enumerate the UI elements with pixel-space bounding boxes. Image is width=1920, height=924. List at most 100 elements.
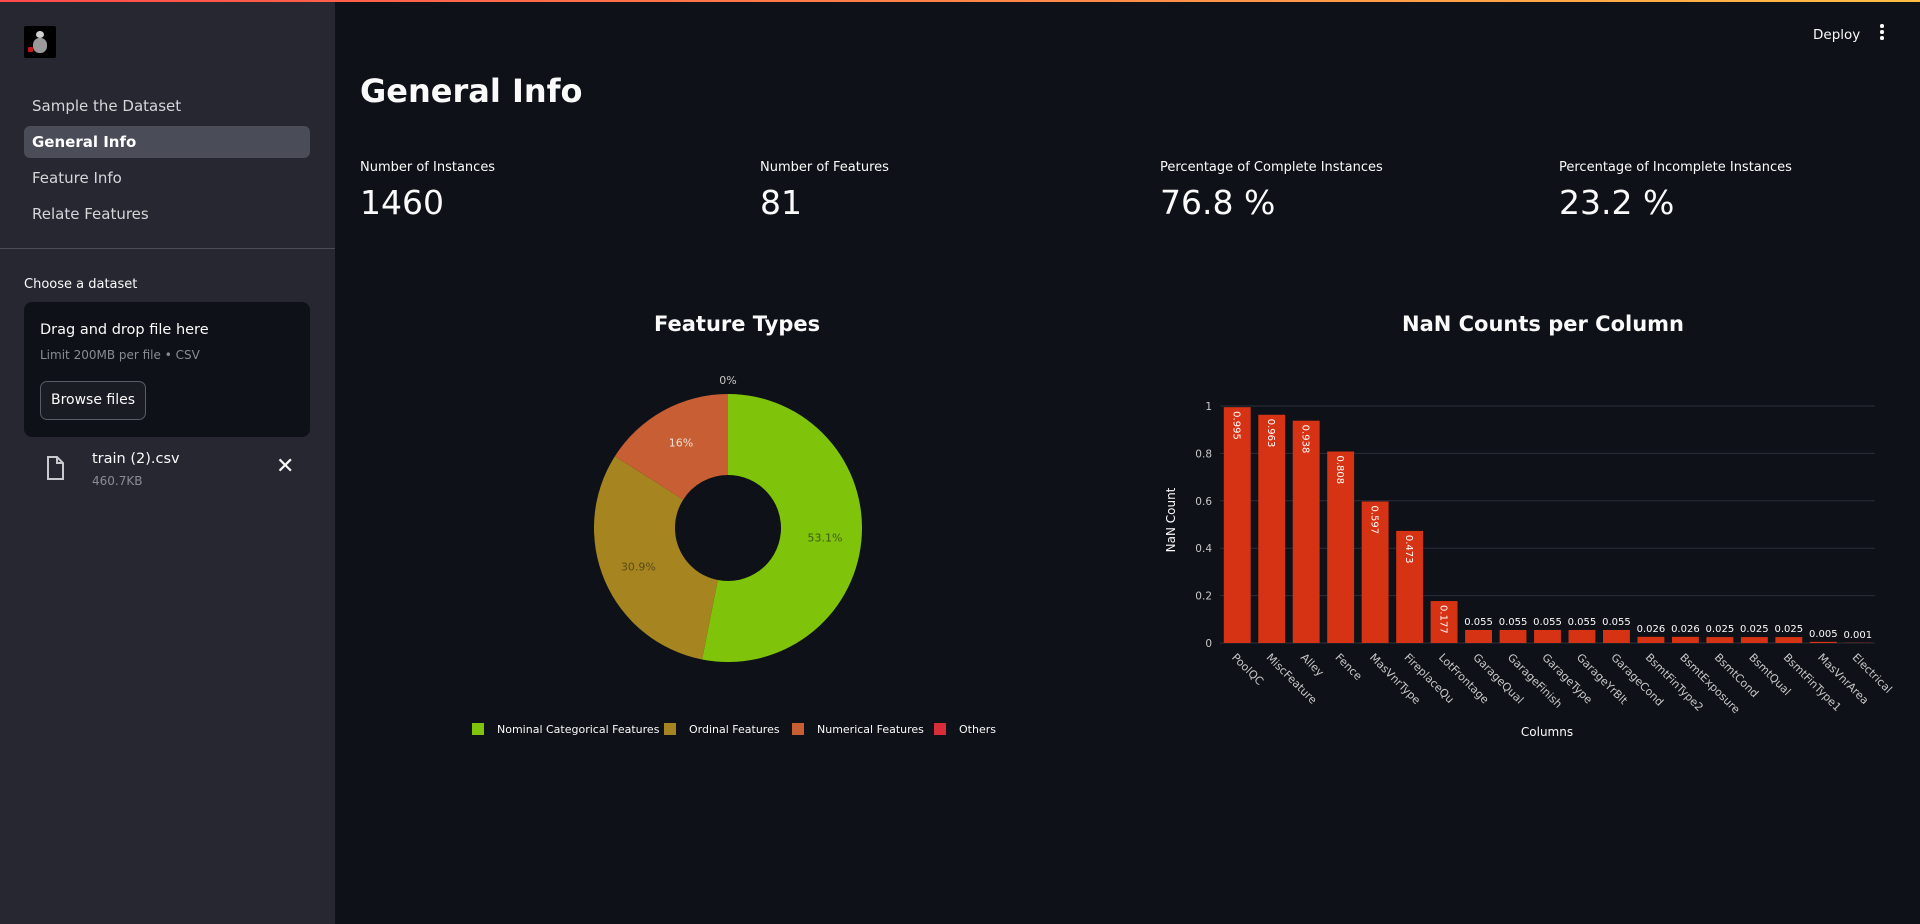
bar-value-label: 0.055 (1568, 617, 1597, 628)
metric-incomplete-instances: Percentage of Incomplete Instances 23.2 … (1559, 160, 1920, 222)
bar-value-label: 0.808 (1334, 456, 1345, 485)
bar-value-label: 0.055 (1533, 617, 1562, 628)
file-icon (47, 456, 64, 480)
bar-value-label: 0.995 (1231, 411, 1242, 440)
main-menu-icon[interactable] (1878, 24, 1886, 44)
bar (1534, 629, 1561, 643)
bar-value-label: 0.026 (1637, 624, 1666, 635)
uploaded-file-size: 460.7KB (92, 474, 143, 488)
uploader-label: Choose a dataset (24, 277, 138, 292)
metric-value: 81 (760, 183, 802, 222)
metric-label: Number of Instances (360, 160, 496, 175)
y-tick-label: 0.4 (1195, 543, 1212, 555)
sidebar-item-relate-features[interactable]: Relate Features (24, 198, 310, 230)
bar (1603, 629, 1630, 643)
bar-value-label: 0.055 (1499, 617, 1528, 628)
bar (1809, 641, 1837, 643)
bar-value-label: 0.597 (1369, 506, 1380, 535)
legend-label: Ordinal Features (689, 723, 780, 736)
metric-number-of-features: Number of Features 81 (760, 160, 1140, 222)
pie-slice-label: 0% (719, 374, 736, 387)
pie-slice-label: 53.1% (808, 531, 843, 544)
pie-slice-label: 30.9% (621, 560, 656, 573)
y-tick-label: 0.6 (1195, 496, 1212, 508)
sidebar-item-general-info[interactable]: General Info (24, 126, 310, 158)
metric-complete-instances: Percentage of Complete Instances 76.8 % (1160, 160, 1540, 222)
app-top-accent-line (0, 0, 1920, 2)
x-axis-label: Columns (1521, 725, 1573, 739)
bar (1292, 420, 1320, 643)
metric-value: 1460 (360, 183, 444, 222)
file-dropzone[interactable]: Drag and drop file here Limit 200MB per … (24, 302, 310, 437)
bar-chart-title: NaN Counts per Column (1402, 312, 1684, 336)
pie-legend-item[interactable]: Nominal Categorical Features (472, 723, 660, 736)
bar (1671, 636, 1699, 643)
sidebar-divider (0, 248, 335, 249)
legend-label: Numerical Features (817, 723, 924, 736)
bar-value-label: 0.177 (1438, 605, 1449, 634)
dropzone-title: Drag and drop file here (40, 322, 209, 338)
y-tick-label: 0.2 (1195, 591, 1212, 603)
bar (1223, 407, 1251, 643)
remove-file-icon[interactable]: ✕ (276, 454, 294, 479)
bar (1258, 414, 1286, 643)
feature-types-pie-chart: 53.1% 30.9% 16% 0% Nominal Categorical Featu… (472, 374, 996, 736)
pie-legend-item[interactable]: Numerical Features (792, 723, 924, 736)
legend-swatch (472, 723, 484, 735)
x-tick-label: Alley (1298, 651, 1327, 680)
uploaded-file-row: train (2).csv 460.7KB ✕ (24, 448, 310, 494)
metric-label: Percentage of Incomplete Instances (1559, 160, 1792, 175)
nan-counts-bar-chart: 00.20.40.60.810.995PoolQC0.963MiscFeatur… (1164, 401, 1895, 739)
bar-value-label: 0.055 (1602, 617, 1631, 628)
y-tick-label: 0.8 (1195, 448, 1212, 460)
bar (1637, 636, 1665, 643)
bar-value-label: 0.025 (1706, 624, 1735, 635)
sidebar-item-feature-info[interactable]: Feature Info (24, 162, 310, 194)
bar-value-label: 0.025 (1774, 624, 1803, 635)
bar-value-label: 0.005 (1809, 629, 1838, 640)
metric-number-of-instances: Number of Instances 1460 (360, 160, 740, 222)
app-logo (24, 26, 56, 58)
legend-swatch (792, 723, 804, 735)
sidebar-nav: Sample the Dataset General Info Feature … (24, 90, 310, 234)
bar (1568, 629, 1596, 643)
bar (1465, 629, 1492, 643)
bar (1740, 637, 1768, 643)
legend-label: Others (959, 723, 996, 736)
uploaded-file-name: train (2).csv (92, 451, 180, 467)
bar-value-label: 0.938 (1300, 425, 1311, 454)
metric-label: Number of Features (760, 160, 889, 175)
metric-label: Percentage of Complete Instances (1160, 160, 1383, 175)
legend-label: Nominal Categorical Features (497, 723, 660, 736)
bar (1775, 637, 1803, 643)
legend-swatch (934, 723, 946, 735)
bar-value-label: 0.025 (1740, 624, 1769, 635)
bar (1706, 637, 1734, 643)
bar-value-label: 0.963 (1265, 419, 1276, 448)
page-title: General Info (360, 72, 583, 110)
dropzone-limit-text: Limit 200MB per file • CSV (40, 348, 200, 362)
pie-chart-title: Feature Types (654, 312, 821, 336)
y-axis-label: NaN Count (1164, 487, 1178, 552)
bar-value-label: 0.001 (1843, 630, 1872, 641)
metric-value: 76.8 % (1160, 183, 1276, 222)
metric-value: 23.2 % (1559, 183, 1675, 222)
pie-slice (594, 456, 718, 660)
sidebar-item-sample-the-dataset[interactable]: Sample the Dataset (24, 90, 310, 122)
bar-value-label: 0.026 (1671, 624, 1700, 635)
sidebar: Sample the Dataset General Info Feature … (0, 0, 335, 924)
legend-swatch (664, 723, 676, 735)
bar-value-label: 0.473 (1403, 535, 1414, 564)
bar (1499, 629, 1527, 643)
browse-files-button[interactable]: Browse files (40, 381, 146, 420)
deploy-button[interactable]: Deploy (1813, 27, 1860, 43)
bar-value-label: 0.055 (1464, 617, 1493, 628)
pie-legend-item[interactable]: Ordinal Features (664, 723, 780, 736)
y-tick-label: 0 (1205, 638, 1212, 650)
x-tick-label: PoolQC (1229, 651, 1266, 688)
x-tick-label: BsmtExposure (1677, 651, 1742, 716)
x-tick-label: Fence (1333, 651, 1365, 683)
pie-slice-label: 16% (669, 437, 693, 450)
y-tick-label: 1 (1205, 401, 1212, 413)
pie-legend-item[interactable]: Others (934, 723, 996, 736)
